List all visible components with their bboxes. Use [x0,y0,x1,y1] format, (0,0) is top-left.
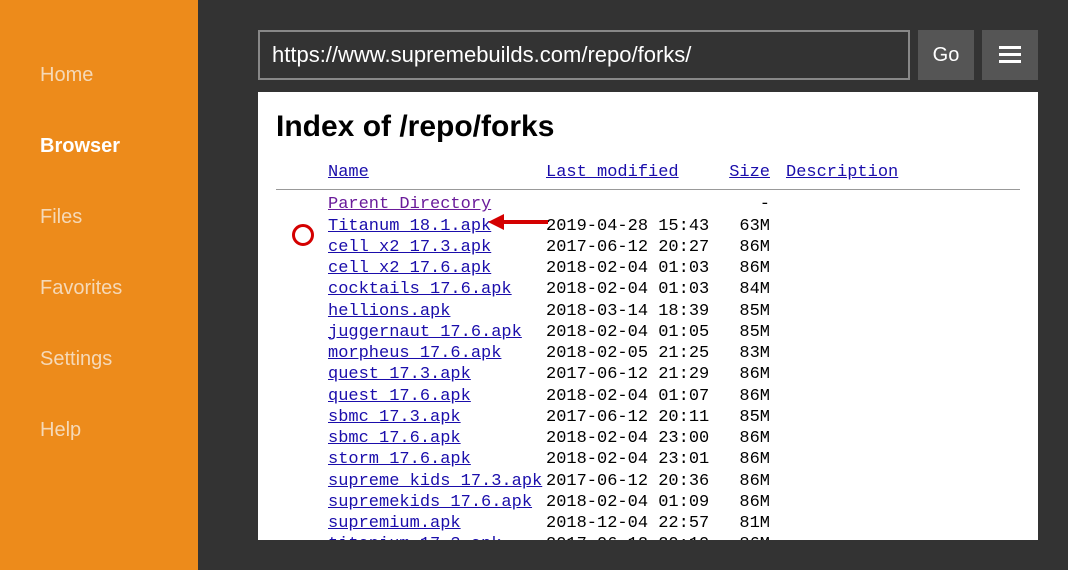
size-cell: 86M [716,386,770,407]
mod-cell: 2018-03-14 18:39 [546,301,716,322]
size-cell: 63M [716,216,770,237]
mod-cell: 2017-06-12 20:27 [546,237,716,258]
file-link[interactable]: cocktails 17.6.apk [328,279,546,300]
file-row: titanium 17.3.apk2017-06-12 20:1086M [328,534,1020,540]
sidebar-item-favorites[interactable]: Favorites [0,253,198,324]
size-cell: 85M [716,301,770,322]
file-link[interactable]: supremekids 17.6.apk [328,492,546,513]
header-name[interactable]: Name [328,163,369,182]
file-row: supreme kids 17.3.apk2017-06-12 20:3686M [328,471,1020,492]
mod-cell: 2018-02-04 01:05 [546,322,716,343]
file-link[interactable]: sbmc 17.3.apk [328,407,546,428]
mod-cell: 2018-12-04 22:57 [546,513,716,534]
browser-content: Index of /repo/forks Name Last modified … [258,92,1038,540]
file-row: hellions.apk2018-03-14 18:3985M [328,301,1020,322]
sidebar-item-help[interactable]: Help [0,395,198,466]
mod-cell: 2017-06-12 20:10 [546,534,716,540]
mod-cell: 2017-06-12 20:11 [546,407,716,428]
size-cell: 83M [716,343,770,364]
mod-cell: 2018-02-05 21:25 [546,343,716,364]
file-row: quest 17.3.apk2017-06-12 21:2986M [328,364,1020,385]
mod-cell: 2017-06-12 21:29 [546,364,716,385]
mod-cell: 2019-04-28 15:43 [546,216,716,237]
file-link[interactable]: hellions.apk [328,301,546,322]
mod-cell: 2018-02-04 01:03 [546,279,716,300]
url-bar-row: Go [258,30,1038,80]
file-link[interactable]: storm 17.6.apk [328,449,546,470]
file-rows: Parent Directory - Titanum 18.1.apk2019-… [276,194,1020,540]
file-row: quest 17.6.apk2018-02-04 01:0786M [328,386,1020,407]
header-description[interactable]: Description [786,163,898,182]
page-title: Index of /repo/forks [276,110,1020,144]
menu-button[interactable] [982,30,1038,80]
file-link[interactable]: cell x2 17.6.apk [328,258,546,279]
size-cell: 86M [716,237,770,258]
mod-cell: 2018-02-04 23:01 [546,449,716,470]
url-input[interactable] [258,30,910,80]
file-link[interactable]: supremium.apk [328,513,546,534]
listing-header: Name Last modified Size Description [276,162,1020,183]
sidebar-item-files[interactable]: Files [0,182,198,253]
file-row: morpheus 17.6.apk2018-02-05 21:2583M [328,343,1020,364]
size-cell: 85M [716,407,770,428]
mod-cell: 2018-02-04 01:07 [546,386,716,407]
directory-listing: Name Last modified Size Description Pare… [276,162,1020,540]
hamburger-icon [999,40,1021,71]
mod-cell: 2018-02-04 23:00 [546,428,716,449]
size-cell: 86M [716,534,770,540]
arrow-icon [488,214,548,230]
parent-directory-row: Parent Directory - [328,194,1020,215]
size-cell: 86M [716,258,770,279]
header-size[interactable]: Size [729,163,770,182]
divider [276,189,1020,190]
file-row: storm 17.6.apk2018-02-04 23:0186M [328,449,1020,470]
file-row: sbmc 17.3.apk2017-06-12 20:1185M [328,407,1020,428]
mod-cell: 2018-02-04 01:03 [546,258,716,279]
file-link[interactable]: sbmc 17.6.apk [328,428,546,449]
circle-icon [292,224,314,246]
size-cell: 81M [716,513,770,534]
sidebar-item-settings[interactable]: Settings [0,324,198,395]
file-row: juggernaut 17.6.apk2018-02-04 01:0585M [328,322,1020,343]
header-modified[interactable]: Last modified [546,163,679,182]
file-link[interactable]: quest 17.6.apk [328,386,546,407]
sidebar: Home Browser Files Favorites Settings He… [0,0,198,570]
size-cell: 86M [716,428,770,449]
main-area: Go Index of /repo/forks Name Last modifi… [198,0,1068,570]
file-link[interactable]: cell x2 17.3.apk [328,237,546,258]
file-link[interactable]: quest 17.3.apk [328,364,546,385]
size-cell: 84M [716,279,770,300]
file-link[interactable]: titanium 17.3.apk [328,534,546,540]
file-row: Titanum 18.1.apk2019-04-28 15:4363M [328,216,1020,237]
size-cell: 85M [716,322,770,343]
file-link[interactable]: juggernaut 17.6.apk [328,322,546,343]
file-link[interactable]: supreme kids 17.3.apk [328,471,546,492]
size-cell: - [716,194,770,215]
file-row: cell x2 17.6.apk2018-02-04 01:0386M [328,258,1020,279]
size-cell: 86M [716,449,770,470]
mod-cell: 2017-06-12 20:36 [546,471,716,492]
sidebar-item-home[interactable]: Home [0,40,198,111]
mod-cell: 2018-02-04 01:09 [546,492,716,513]
file-row: supremekids 17.6.apk2018-02-04 01:0986M [328,492,1020,513]
file-row: cocktails 17.6.apk2018-02-04 01:0384M [328,279,1020,300]
file-row: sbmc 17.6.apk2018-02-04 23:0086M [328,428,1020,449]
size-cell: 86M [716,492,770,513]
mod-cell [546,194,716,215]
size-cell: 86M [716,364,770,385]
file-row: cell x2 17.3.apk2017-06-12 20:2786M [328,237,1020,258]
file-row: supremium.apk2018-12-04 22:5781M [328,513,1020,534]
parent-directory-link[interactable]: Parent Directory [328,194,546,215]
sidebar-item-browser[interactable]: Browser [0,111,198,182]
size-cell: 86M [716,471,770,492]
go-button[interactable]: Go [918,30,974,80]
file-link[interactable]: morpheus 17.6.apk [328,343,546,364]
